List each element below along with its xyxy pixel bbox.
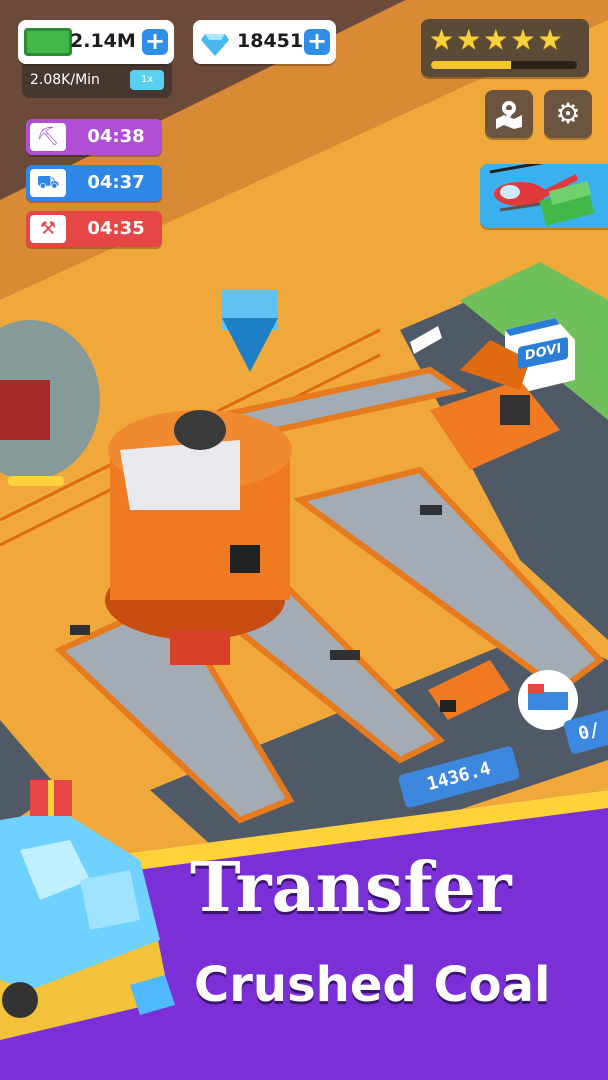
truck-boost-timer[interactable]: ⛟ 04:37 <box>26 165 162 201</box>
star-icon: ★ <box>429 23 455 56</box>
income-rate: 2.08K/Min <box>30 72 100 88</box>
truck-timer-text: 04:37 <box>87 172 145 193</box>
dump-truck-icon: ⛟ <box>30 169 66 197</box>
banner-title: Transfer <box>190 848 512 928</box>
helicopter-icon <box>480 164 608 228</box>
gear-icon: ⚙ <box>555 97 581 130</box>
speed-multiplier-button[interactable]: 1x <box>130 70 164 90</box>
bulldozer-timer-text: 04:35 <box>87 218 145 239</box>
rating-progress-fill <box>431 61 512 69</box>
star-icon: ★ <box>456 23 482 56</box>
star-icon: ★ <box>510 23 536 56</box>
star-row: ★ ★ ★ ★ ★ <box>429 25 563 55</box>
rating-progress-bar <box>431 61 577 69</box>
pickaxe-icon: ⛏ <box>30 123 66 151</box>
add-gems-button[interactable]: + <box>304 29 330 55</box>
pickaxe-timer-text: 04:38 <box>87 126 145 147</box>
bulldozer-boost-timer[interactable]: ⚒ 04:35 <box>26 211 162 247</box>
rating-panel[interactable]: ★ ★ ★ ★ ★ <box>421 19 589 77</box>
map-button[interactable] <box>485 90 533 138</box>
cash-value: 2.14M <box>70 30 136 52</box>
gem-counter: 18451 + <box>193 20 336 64</box>
star-icon: ★ <box>483 23 509 56</box>
pickaxe-boost-timer[interactable]: ⛏ 04:38 <box>26 119 162 155</box>
cash-icon <box>24 28 72 56</box>
settings-button[interactable]: ⚙ <box>544 90 592 138</box>
gem-icon <box>201 26 229 56</box>
income-rate-panel: 2.08K/Min 1x <box>22 64 172 98</box>
star-icon: ★ <box>537 23 563 56</box>
gem-value: 18451 <box>237 30 304 52</box>
add-cash-button[interactable]: + <box>142 29 168 55</box>
cash-counter: 2.14M + <box>18 20 174 64</box>
helicopter-reward-button[interactable] <box>480 164 608 228</box>
banner-subtitle: Crushed Coal <box>194 957 551 1013</box>
bulldozer-icon: ⚒ <box>30 215 66 243</box>
map-pin-icon <box>496 101 522 129</box>
